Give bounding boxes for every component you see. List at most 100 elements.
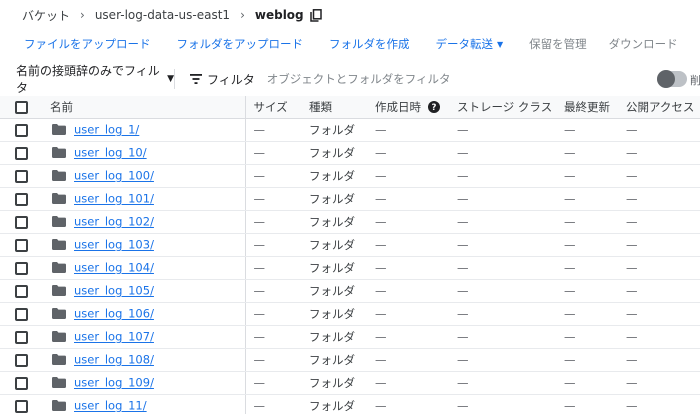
breadcrumb-buckets-link[interactable]: バケット xyxy=(22,7,70,24)
storage-class-cell: — xyxy=(449,348,556,372)
row-checkbox-cell xyxy=(0,371,42,395)
table-row[interactable]: user_log_106/— フォルダ — — — — xyxy=(0,302,700,326)
public-access-cell: — xyxy=(618,279,700,303)
row-checkbox[interactable] xyxy=(15,284,28,298)
header-last-updated[interactable]: 最終更新 xyxy=(556,96,618,119)
row-checkbox[interactable] xyxy=(15,192,28,206)
header-type[interactable]: 種類 xyxy=(301,96,367,119)
type-cell: フォルダ xyxy=(301,233,367,257)
download-button[interactable]: ダウンロード xyxy=(609,36,678,52)
upload-files-button[interactable]: ファイルをアップロード xyxy=(24,36,151,52)
last-updated-cell: — xyxy=(556,302,618,326)
row-checkbox[interactable] xyxy=(15,238,28,252)
public-access-cell: — xyxy=(618,348,700,372)
last-updated-cell: — xyxy=(556,210,618,234)
row-checkbox[interactable] xyxy=(15,123,28,137)
row-checkbox-cell xyxy=(0,348,42,372)
storage-class-cell: — xyxy=(449,210,556,234)
created-cell: — xyxy=(367,256,449,280)
public-access-cell: — xyxy=(618,302,700,326)
row-checkbox[interactable] xyxy=(15,261,28,275)
size-cell: — xyxy=(245,348,301,372)
last-updated-cell: — xyxy=(556,233,618,257)
row-checkbox[interactable] xyxy=(15,376,28,390)
storage-class-cell: — xyxy=(449,187,556,211)
folder-link[interactable]: user_log_103/ xyxy=(74,238,154,252)
header-name[interactable]: 名前 xyxy=(42,96,246,119)
table-row[interactable]: user_log_108/— フォルダ — — — — xyxy=(0,348,700,372)
type-cell: フォルダ xyxy=(301,371,367,395)
folder-icon xyxy=(52,331,66,343)
name-cell: user_log_101/ xyxy=(42,187,246,211)
size-cell: — xyxy=(245,279,301,303)
folder-link[interactable]: user_log_11/ xyxy=(74,399,147,413)
type-cell: フォルダ xyxy=(301,141,367,165)
row-checkbox[interactable] xyxy=(15,146,28,160)
table-row[interactable]: user_log_107/— フォルダ — — — — xyxy=(0,325,700,349)
type-cell: フォルダ xyxy=(301,210,367,234)
copy-icon[interactable] xyxy=(309,8,322,22)
name-cell: user_log_104/ xyxy=(42,256,246,280)
folder-link[interactable]: user_log_105/ xyxy=(74,284,154,298)
folder-link[interactable]: user_log_102/ xyxy=(74,215,154,229)
size-cell: — xyxy=(245,233,301,257)
last-updated-cell: — xyxy=(556,141,618,165)
folder-icon xyxy=(52,216,66,228)
table-row[interactable]: user_log_10/— フォルダ — — — — xyxy=(0,141,700,165)
row-checkbox[interactable] xyxy=(15,307,28,321)
folder-link[interactable]: user_log_107/ xyxy=(74,330,154,344)
folder-icon xyxy=(52,124,66,136)
row-checkbox[interactable] xyxy=(15,169,28,183)
folder-link[interactable]: user_log_109/ xyxy=(74,376,154,390)
prefix-filter-label: 名前の接頭辞のみでフィルタ xyxy=(16,64,160,95)
row-checkbox[interactable] xyxy=(15,215,28,229)
folder-link[interactable]: user_log_101/ xyxy=(74,192,154,206)
transfer-data-menu-button[interactable]: データ転送 ▼ xyxy=(436,36,504,52)
folder-link[interactable]: user_log_108/ xyxy=(74,353,154,367)
folder-link[interactable]: user_log_10/ xyxy=(74,146,147,160)
header-public-access[interactable]: 公開アクセス xyxy=(618,96,700,119)
type-cell: フォルダ xyxy=(301,325,367,349)
size-cell: — xyxy=(245,164,301,188)
help-icon[interactable]: ? xyxy=(427,101,440,114)
row-checkbox-cell xyxy=(0,302,42,326)
upload-folder-button[interactable]: フォルダをアップロード xyxy=(177,36,304,52)
filter-bar: 名前の接頭辞のみでフィルタ ▼ フィルタ 削 xyxy=(0,62,700,96)
folder-icon xyxy=(52,354,66,366)
folder-link[interactable]: user_log_106/ xyxy=(74,307,154,321)
row-checkbox[interactable] xyxy=(15,330,28,344)
table-row[interactable]: user_log_1/— フォルダ — — — — xyxy=(0,118,700,142)
create-folder-button[interactable]: フォルダを作成 xyxy=(329,36,410,52)
folder-link[interactable]: user_log_1/ xyxy=(74,123,139,137)
table-row[interactable]: user_log_100/— フォルダ — — — — xyxy=(0,164,700,188)
filter-input[interactable] xyxy=(266,72,497,86)
header-size[interactable]: サイズ xyxy=(245,96,301,119)
header-created[interactable]: 作成日時 ? xyxy=(367,96,449,119)
select-all-checkbox[interactable] xyxy=(15,100,28,114)
public-access-cell: — xyxy=(618,118,700,142)
table-row[interactable]: user_log_101/— フォルダ — — — — xyxy=(0,187,700,211)
size-cell: — xyxy=(245,371,301,395)
table-row[interactable]: user_log_11/— フォルダ — — — — xyxy=(0,394,700,414)
prefix-filter-dropdown[interactable]: 名前の接頭辞のみでフィルタ ▼ xyxy=(0,62,174,96)
header-storage-class[interactable]: ストレージ クラス xyxy=(449,96,556,119)
row-checkbox[interactable] xyxy=(15,353,28,367)
folder-link[interactable]: user_log_104/ xyxy=(74,261,154,275)
row-checkbox[interactable] xyxy=(15,399,28,413)
breadcrumb-bucket-link[interactable]: user-log-data-us-east1 xyxy=(95,8,230,22)
table-row[interactable]: user_log_109/— フォルダ — — — — xyxy=(0,371,700,395)
table-row[interactable]: user_log_104/— フォルダ — — — — xyxy=(0,256,700,280)
table-row[interactable]: user_log_105/— フォルダ — — — — xyxy=(0,279,700,303)
name-cell: user_log_108/ xyxy=(42,348,246,372)
manage-holds-button[interactable]: 保留を管理 xyxy=(529,36,587,52)
caret-down-icon: ▼ xyxy=(167,74,174,84)
size-cell: — xyxy=(245,394,301,414)
toggle-switch[interactable] xyxy=(657,70,687,88)
storage-class-cell: — xyxy=(449,233,556,257)
last-updated-cell: — xyxy=(556,256,618,280)
last-updated-cell: — xyxy=(556,279,618,303)
folder-link[interactable]: user_log_100/ xyxy=(74,169,154,183)
table-row[interactable]: user_log_102/— フォルダ — — — — xyxy=(0,210,700,234)
table-row[interactable]: user_log_103/— フォルダ — — — — xyxy=(0,233,700,257)
folder-icon xyxy=(52,193,66,205)
